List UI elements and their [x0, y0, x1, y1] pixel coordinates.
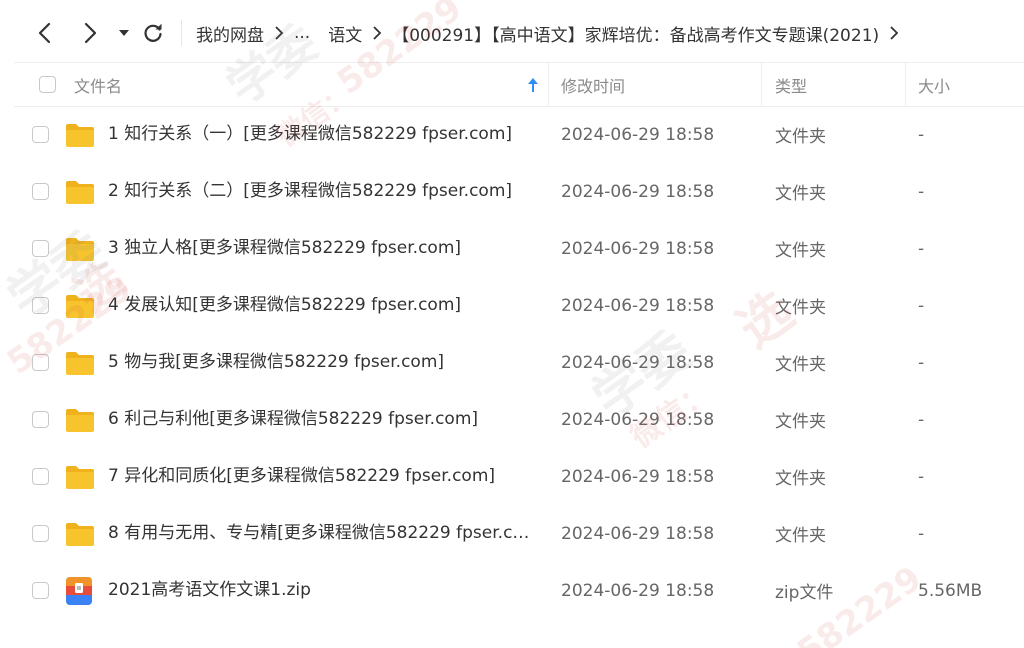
file-name[interactable]: 8 有用与无用、专与精[更多课程微信582229 fpser.co... — [108, 505, 538, 562]
column-divider[interactable] — [548, 63, 549, 106]
forward-button[interactable] — [76, 19, 104, 47]
column-divider[interactable] — [905, 63, 906, 106]
file-name[interactable]: 1 知行关系（一）[更多课程微信582229 fpser.com] — [108, 106, 512, 163]
file-type: 文件夹 — [775, 241, 826, 261]
file-type: 文件夹 — [775, 412, 826, 432]
file-type: 文件夹 — [775, 184, 826, 204]
chevron-right-icon — [889, 25, 899, 41]
row-checkbox[interactable] — [32, 183, 49, 200]
file-modified: 2024-06-29 18:58 — [561, 580, 715, 601]
file-row[interactable]: 2 知行关系（二）[更多课程微信582229 fpser.com] 2024-0… — [14, 163, 1024, 220]
column-header-modified-label: 修改时间 — [561, 76, 626, 96]
chevron-right-icon — [274, 25, 284, 41]
row-checkbox[interactable] — [32, 126, 49, 143]
column-header-name[interactable]: 文件名 — [74, 63, 122, 106]
file-size: 5.56MB — [918, 580, 983, 601]
file-name[interactable]: 2021高考语文作文课1.zip — [108, 562, 311, 619]
column-header-size[interactable]: 大小 — [918, 63, 950, 106]
file-size: - — [918, 238, 925, 259]
folder-icon — [66, 237, 94, 261]
folder-icon — [66, 408, 94, 432]
breadcrumb: 我的网盘 ... 语文 【000291】【高中语文】家辉培优：备战高考作文专题课… — [196, 19, 909, 47]
file-modified: 2024-06-29 18:58 — [561, 523, 715, 544]
row-checkbox[interactable] — [32, 354, 49, 371]
row-checkbox[interactable] — [32, 297, 49, 314]
file-size: - — [918, 181, 925, 202]
file-type: 文件夹 — [775, 127, 826, 147]
history-dropdown-button[interactable] — [110, 19, 138, 47]
file-manager-window: 我的网盘 ... 语文 【000291】【高中语文】家辉培优：备战高考作文专题课… — [0, 0, 1024, 648]
select-all-checkbox[interactable] — [39, 76, 56, 93]
folder-icon — [66, 123, 94, 147]
breadcrumb-item-chinese[interactable]: 语文 — [328, 21, 362, 46]
file-modified: 2024-06-29 18:58 — [561, 238, 715, 259]
file-type: 文件夹 — [775, 298, 826, 318]
file-type: 文件夹 — [775, 355, 826, 375]
file-row[interactable]: 3 独立人格[更多课程微信582229 fpser.com] 2024-06-2… — [14, 220, 1024, 277]
file-modified: 2024-06-29 18:58 — [561, 352, 715, 373]
breadcrumb-item-ellipsis[interactable]: ... — [294, 23, 310, 43]
row-checkbox[interactable] — [32, 582, 49, 599]
file-row[interactable]: 4 发展认知[更多课程微信582229 fpser.com] 2024-06-2… — [14, 277, 1024, 334]
column-divider[interactable] — [761, 63, 762, 106]
folder-icon — [66, 465, 94, 489]
refresh-icon — [144, 23, 162, 42]
back-icon — [38, 22, 51, 44]
file-name[interactable]: 4 发展认知[更多课程微信582229 fpser.com] — [108, 277, 461, 334]
file-modified: 2024-06-29 18:58 — [561, 295, 715, 316]
toolbar: 我的网盘 ... 语文 【000291】【高中语文】家辉培优：备战高考作文专题课… — [0, 0, 1024, 62]
file-list-header: 文件名 修改时间 类型 大小 — [14, 62, 1024, 107]
file-size: - — [918, 352, 925, 373]
row-checkbox[interactable] — [32, 525, 49, 542]
sort-ascending-arrow-icon[interactable] — [527, 63, 539, 106]
file-type: zip文件 — [775, 583, 834, 603]
zip-archive-icon — [66, 576, 92, 605]
row-checkbox[interactable] — [32, 411, 49, 428]
file-name[interactable]: 6 利己与利他[更多课程微信582229 fpser.com] — [108, 391, 478, 448]
file-size: - — [918, 409, 925, 430]
file-name[interactable]: 3 独立人格[更多课程微信582229 fpser.com] — [108, 220, 461, 277]
row-checkbox[interactable] — [32, 468, 49, 485]
column-header-name-label: 文件名 — [74, 76, 123, 96]
file-type: 文件夹 — [775, 469, 826, 489]
column-header-modified[interactable]: 修改时间 — [561, 63, 625, 106]
folder-icon — [66, 294, 94, 318]
toolbar-divider — [181, 20, 182, 46]
file-modified: 2024-06-29 18:58 — [561, 124, 715, 145]
row-checkbox[interactable] — [32, 240, 49, 257]
file-row[interactable]: 2021高考语文作文课1.zip 2024-06-29 18:58 zip文件 … — [14, 562, 1024, 619]
breadcrumb-item-current-folder[interactable]: 【000291】【高中语文】家辉培优：备战高考作文专题课(2021) — [392, 21, 879, 46]
forward-icon — [84, 22, 97, 44]
file-row[interactable]: 5 物与我[更多课程微信582229 fpser.com] 2024-06-29… — [14, 334, 1024, 391]
folder-icon — [66, 351, 94, 375]
column-header-size-label: 大小 — [918, 76, 951, 96]
file-size: - — [918, 466, 925, 487]
chevron-right-icon — [372, 25, 382, 41]
file-modified: 2024-06-29 18:58 — [561, 409, 715, 430]
column-header-type-label: 类型 — [775, 76, 808, 96]
file-size: - — [918, 295, 925, 316]
column-header-type[interactable]: 类型 — [775, 63, 807, 106]
file-name[interactable]: 2 知行关系（二）[更多课程微信582229 fpser.com] — [108, 163, 512, 220]
file-row[interactable]: 7 异化和同质化[更多课程微信582229 fpser.com] 2024-06… — [14, 448, 1024, 505]
file-type: 文件夹 — [775, 526, 826, 546]
file-name[interactable]: 5 物与我[更多课程微信582229 fpser.com] — [108, 334, 444, 391]
folder-icon — [66, 180, 94, 204]
file-row[interactable]: 1 知行关系（一）[更多课程微信582229 fpser.com] 2024-0… — [14, 106, 1024, 163]
breadcrumb-item-my-drive[interactable]: 我的网盘 — [196, 21, 264, 46]
file-name[interactable]: 7 异化和同质化[更多课程微信582229 fpser.com] — [108, 448, 495, 505]
select-all-checkbox-cell[interactable] — [39, 63, 56, 106]
refresh-button[interactable] — [139, 19, 167, 47]
file-modified: 2024-06-29 18:58 — [561, 181, 715, 202]
file-modified: 2024-06-29 18:58 — [561, 466, 715, 487]
file-size: - — [918, 124, 925, 145]
folder-icon — [66, 522, 94, 546]
dropdown-icon — [119, 30, 129, 36]
file-row[interactable]: 6 利己与利他[更多课程微信582229 fpser.com] 2024-06-… — [14, 391, 1024, 448]
file-size: - — [918, 523, 925, 544]
back-button[interactable] — [31, 19, 59, 47]
file-row[interactable]: 8 有用与无用、专与精[更多课程微信582229 fpser.co... 202… — [14, 505, 1024, 562]
